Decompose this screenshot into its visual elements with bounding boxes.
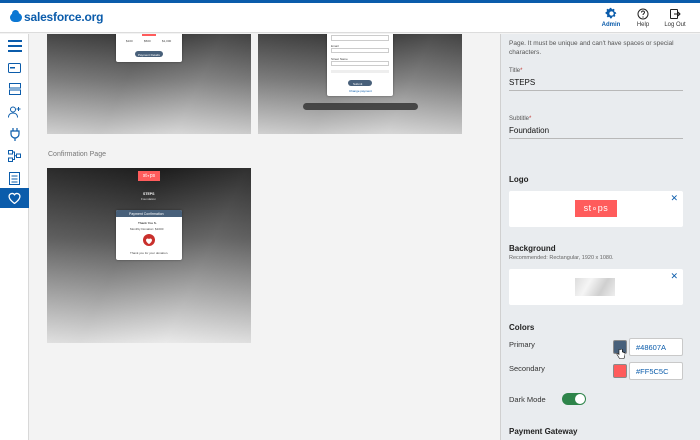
thank-you-text: Thank You S. [138,221,157,225]
title-input[interactable]: STEPS [509,78,683,91]
confirmation-page-label: Confirmation Page [48,151,106,158]
gear-icon [596,6,626,21]
plug-icon[interactable] [0,124,29,144]
heart-icon[interactable] [0,188,29,208]
heart-badge-icon [143,234,155,246]
submit-button: Submit [348,80,372,86]
privacy-banner [303,103,418,110]
secondary-color-input[interactable]: #FF5C5C [629,362,683,380]
background-preview-image [575,278,615,296]
logout-label: Log Out [664,22,686,28]
logout-icon [660,6,690,21]
payment-form-card: Email Street Name Submit Change payment [327,34,393,96]
server-icon[interactable] [0,79,29,99]
primary-color-label: Primary [509,340,535,349]
remove-background-icon[interactable]: ✕ [670,271,678,282]
user-add-icon[interactable] [0,102,29,122]
logo-preview-image: st∘ps [575,200,617,217]
logo-upload-box[interactable]: st∘ps ✕ [509,191,683,227]
title-label: Title* [509,68,523,74]
subtitle-label: Subtitle* [509,116,532,122]
remove-logo-icon[interactable]: ✕ [670,193,678,204]
payment-details-button: Payment Details [135,51,163,57]
help-button[interactable]: Help [628,6,658,28]
card-icon[interactable] [0,58,29,78]
dark-mode-toggle[interactable] [562,393,586,405]
amount-card: $100 $500 $1,000 Payment Details [116,34,182,62]
admin-label: Admin [601,22,621,28]
logout-button[interactable]: Log Out [660,6,690,28]
logo-heading: Logo [509,175,529,184]
hand-cursor-icon [616,349,625,359]
workflow-icon[interactable] [0,146,29,166]
background-hint: Recommended: Rectangular, 1920 x 1080. [509,255,614,261]
donation-page-preview[interactable]: $100 $500 $1,000 Payment Details [47,34,251,134]
payment-page-preview[interactable]: Email Street Name Submit Change payment [258,34,462,134]
report-icon[interactable] [0,168,29,188]
question-icon [628,6,658,21]
card-header: Payment Confirmation [129,212,164,216]
amount-option: $1,000 [162,39,172,43]
salesforce-org-logo[interactable]: salesforce.org [10,9,104,24]
background-heading: Background [509,244,556,253]
background-upload-box[interactable]: ✕ [509,269,683,305]
confirmation-title: STEPS [143,192,155,196]
left-navigation [0,34,29,440]
dark-mode-label: Dark Mode [509,395,546,404]
cloud-icon [10,9,22,22]
thank-you-footer: Thank you for your donation. [130,251,169,255]
url-hint-text: Page. It must be unique and can't have s… [509,40,674,56]
logo-text: salesforce.org [24,10,104,24]
page-preview-area: $100 $500 $1,000 Payment Details Email S… [30,34,500,440]
subtitle-input[interactable]: Foundation [509,126,683,139]
change-payment-link: Change payment [349,89,372,93]
selected-amount-marker [142,34,156,36]
payment-confirmation-card: Payment Confirmation Thank You S. Monthl… [116,210,182,260]
monthly-donation-text: Monthly Donation: $1000 [130,227,164,231]
amount-option: $100 [126,39,133,43]
settings-panel: Page. It must be unique and can't have s… [500,34,700,440]
header-actions: Admin Help Log Out [594,6,690,28]
admin-button[interactable]: Admin [596,6,626,28]
menu-icon[interactable] [0,36,29,56]
app-header: salesforce.org Admin Help Log Out [0,3,700,33]
confirmation-page-preview[interactable]: st∘ps STEPS Foundation Payment Confirmat… [47,168,251,343]
amount-option: $500 [144,39,151,43]
steps-logo: st∘ps [138,171,160,181]
toggle-knob [575,394,585,404]
secondary-color-swatch[interactable] [613,364,627,378]
colors-heading: Colors [509,323,535,332]
secondary-color-label: Secondary [509,364,545,373]
confirmation-subtitle: Foundation [141,197,157,201]
help-label: Help [636,22,650,28]
primary-color-input[interactable]: #48607A [629,338,683,356]
payment-gateway-heading: Payment Gateway [509,427,578,436]
